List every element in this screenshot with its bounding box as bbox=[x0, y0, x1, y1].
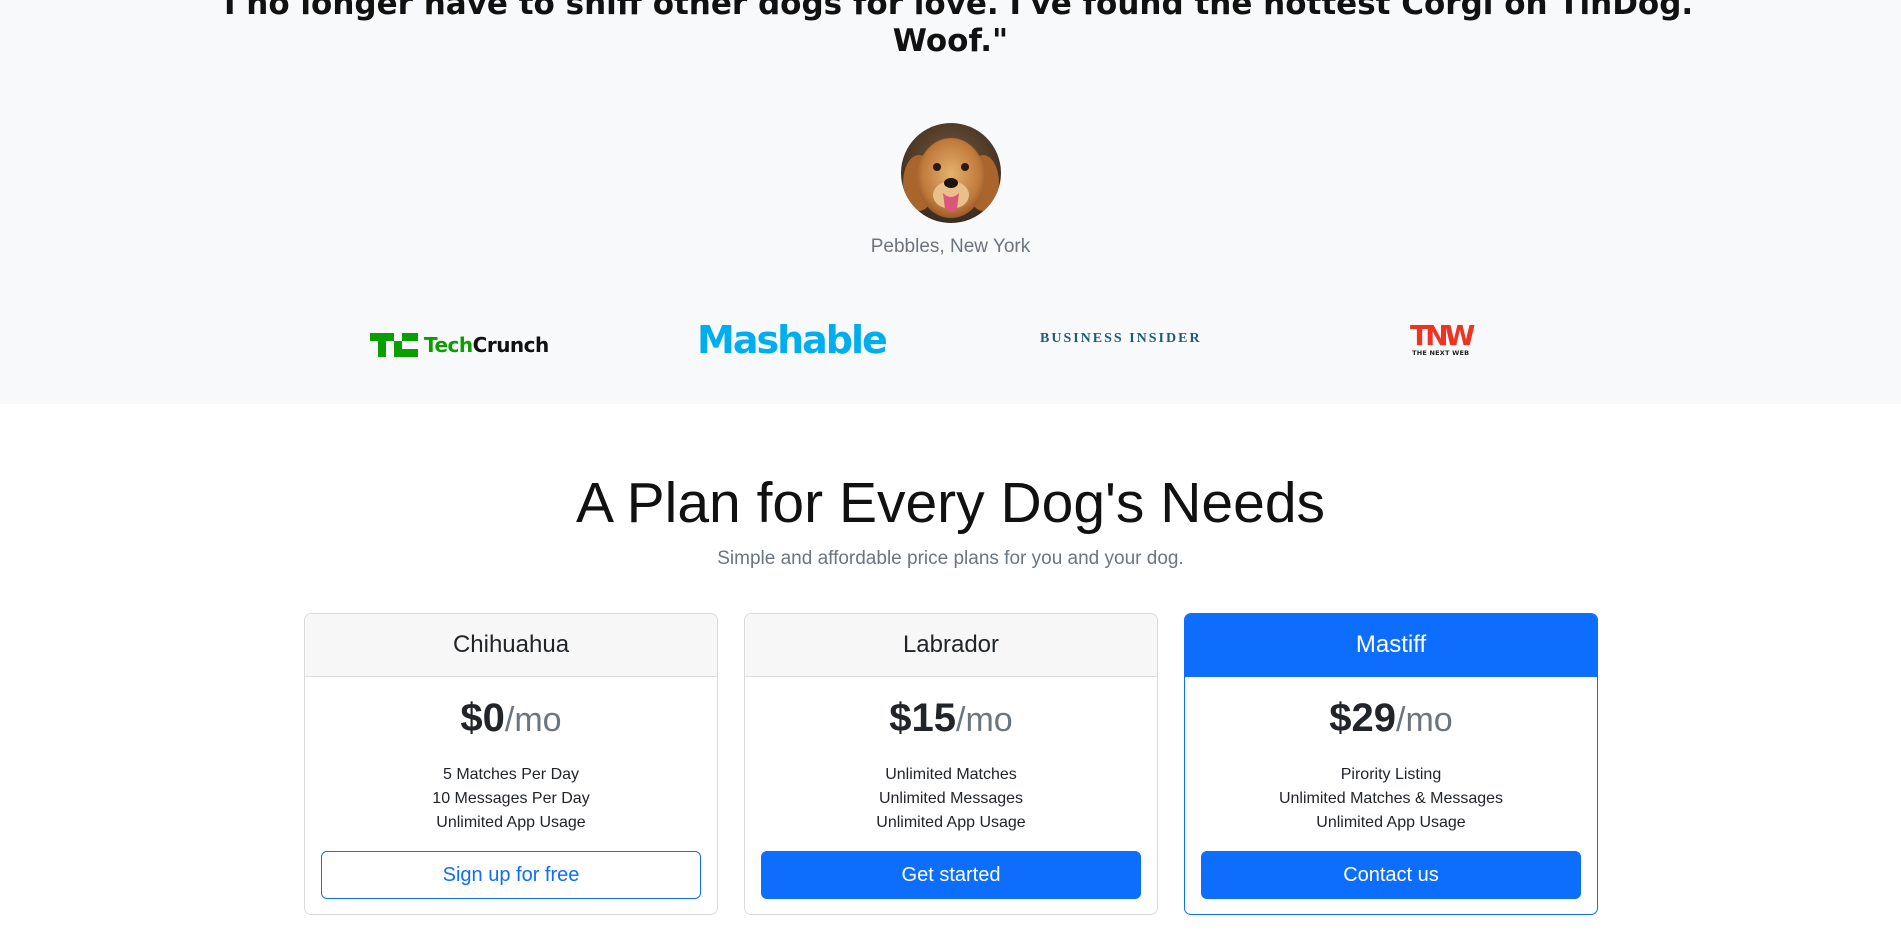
plan-feature: Unlimited Matches & Messages bbox=[1278, 790, 1504, 807]
plan-card-labrador: Labrador $15/mo Unlimited Matches Unlimi… bbox=[744, 613, 1158, 915]
plan-price-amount: $0 bbox=[460, 696, 505, 740]
plan-features: 5 Matches Per Day 10 Messages Per Day Un… bbox=[305, 763, 717, 835]
techcrunch-logo: TechCrunch bbox=[370, 325, 549, 365]
pricing-subtitle: Simple and affordable price plans for yo… bbox=[717, 548, 1184, 569]
plan-feature: Pirority Listing bbox=[1340, 766, 1442, 783]
techcrunch-icon bbox=[370, 333, 418, 357]
plan-feature: Unlimited App Usage bbox=[1316, 814, 1466, 831]
plan-feature: Unlimited App Usage bbox=[436, 814, 586, 831]
plan-feature: 10 Messages Per Day bbox=[432, 790, 590, 807]
pricing-title: A Plan for Every Dog's Needs bbox=[575, 471, 1326, 535]
tnw-tagline: THE NEXT WEB bbox=[1412, 349, 1470, 357]
plan-price-period: /mo bbox=[504, 701, 562, 739]
tnw-logo: TNW THE NEXT WEB bbox=[1410, 319, 1475, 362]
plan-card-mastiff: Mastiff $29/mo Pirority Listing Unlimite… bbox=[1184, 613, 1598, 915]
techcrunch-crunch-text: Crunch bbox=[472, 333, 550, 357]
golden-retriever-image bbox=[901, 123, 1001, 223]
plan-price: $29/mo bbox=[1185, 695, 1597, 741]
plan-name: Labrador bbox=[745, 614, 1157, 677]
techcrunch-tech-text: Tech bbox=[424, 333, 473, 357]
testimonial-quote: "I no longer have to sniff other dogs fo… bbox=[207, 0, 1694, 59]
plan-price-period: /mo bbox=[1396, 701, 1453, 739]
plan-price: $0/mo bbox=[305, 695, 717, 741]
get-started-button[interactable]: Get started bbox=[761, 851, 1141, 899]
dog-avatar bbox=[901, 123, 1001, 223]
plan-features: Unlimited Matches Unlimited Messages Unl… bbox=[745, 763, 1157, 835]
mashable-logo: Mashable bbox=[697, 318, 888, 362]
plan-feature: Unlimited Matches bbox=[885, 766, 1017, 783]
plan-feature: Unlimited App Usage bbox=[876, 814, 1026, 831]
techcrunch-wordmark: TechCrunch bbox=[424, 333, 549, 357]
plan-feature: Unlimited Messages bbox=[878, 790, 1024, 807]
contact-us-button[interactable]: Contact us bbox=[1201, 851, 1581, 899]
plan-name: Chihuahua bbox=[305, 614, 717, 677]
plan-price-amount: $15 bbox=[889, 696, 957, 740]
business-insider-logo: BUSINESS INSIDER bbox=[1040, 331, 1202, 346]
testimonial-author: Pebbles, New York bbox=[870, 236, 1031, 257]
plan-features: Pirority Listing Unlimited Matches & Mes… bbox=[1185, 763, 1597, 835]
plan-price-period: /mo bbox=[956, 701, 1013, 739]
plan-price-amount: $29 bbox=[1329, 696, 1397, 740]
testimonial-section: "I no longer have to sniff other dogs fo… bbox=[0, 0, 1901, 404]
plan-card-chihuahua: Chihuahua $0/mo 5 Matches Per Day 10 Mes… bbox=[304, 613, 718, 915]
plan-price: $15/mo bbox=[745, 695, 1157, 741]
plan-name: Mastiff bbox=[1185, 614, 1597, 677]
sign-up-button[interactable]: Sign up for free bbox=[321, 851, 701, 899]
plan-feature: 5 Matches Per Day bbox=[442, 766, 580, 783]
tnw-wordmark: TNW bbox=[1410, 319, 1475, 352]
